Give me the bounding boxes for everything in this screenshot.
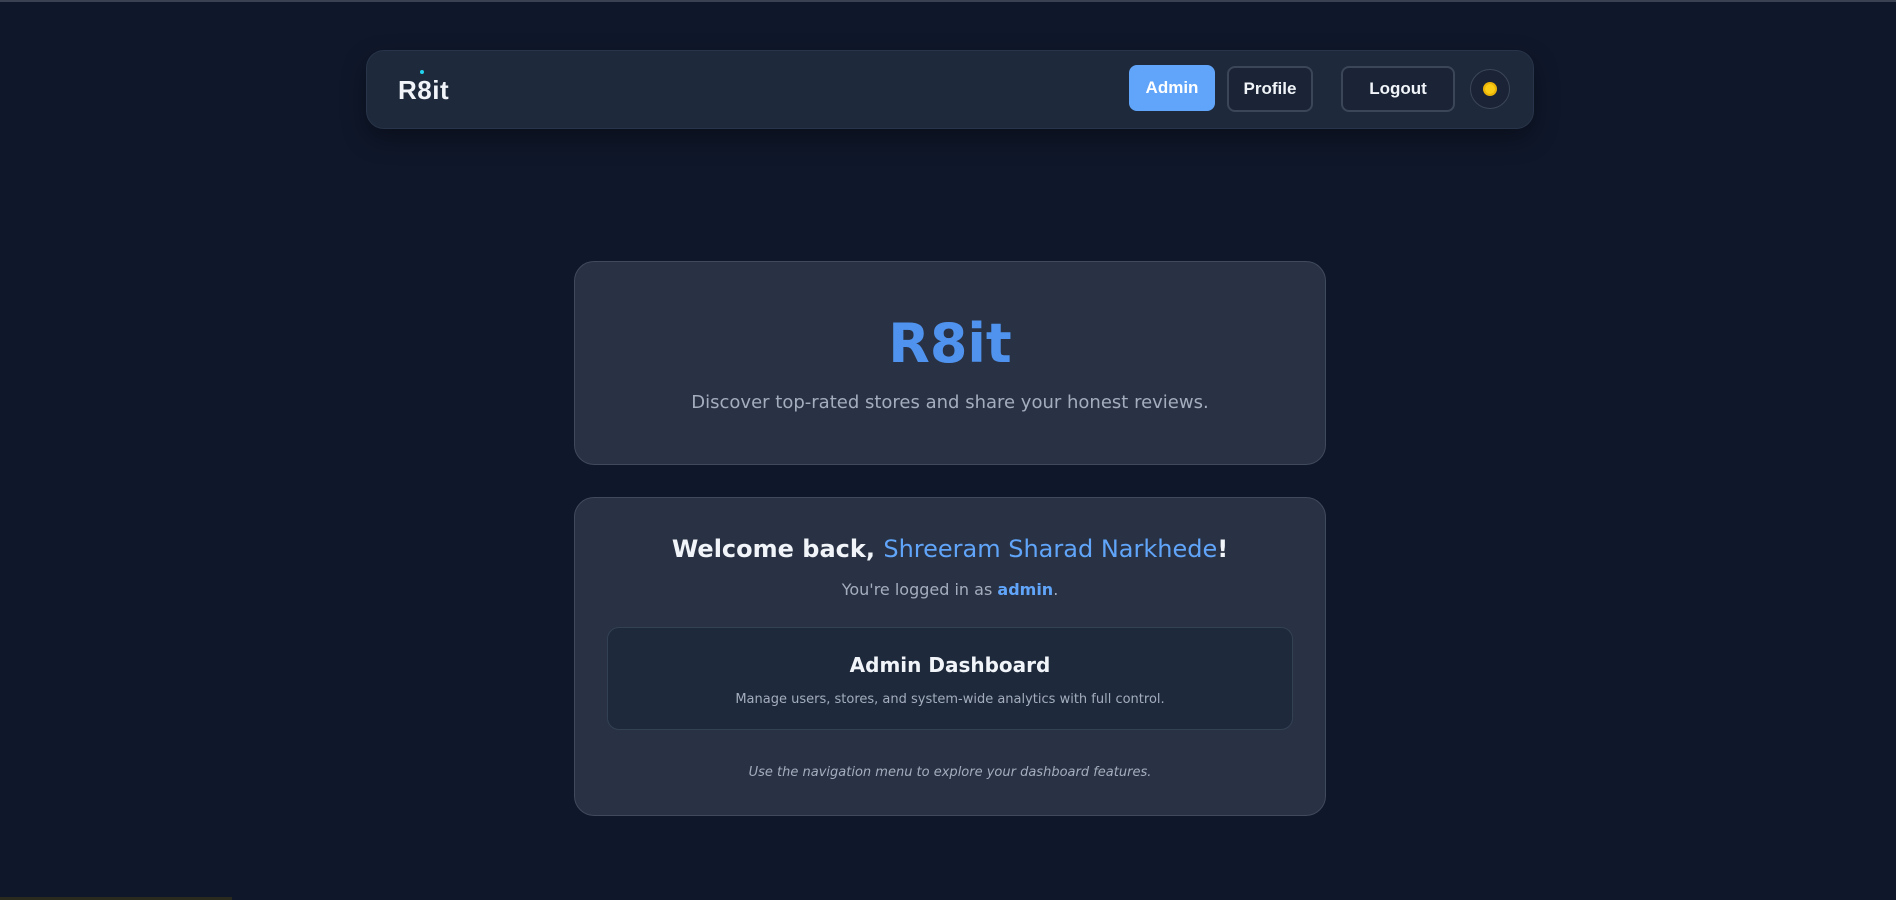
hero-card: R8it Discover top-rated stores and share… xyxy=(574,261,1326,465)
role-prefix: You're logged in as xyxy=(841,580,998,599)
welcome-prefix: Welcome back, xyxy=(671,535,884,563)
profile-button[interactable]: Profile xyxy=(1227,66,1313,112)
dashboard-title: Admin Dashboard xyxy=(849,653,1051,677)
login-role-text: You're logged in as admin. xyxy=(575,579,1325,601)
hero-title: R8it xyxy=(888,312,1012,375)
admin-dashboard-card[interactable]: Admin Dashboard Manage users, stores, an… xyxy=(607,627,1293,730)
welcome-heading: Welcome back, Shreeram Sharad Narkhede! xyxy=(575,533,1325,565)
window-top-border xyxy=(0,0,1896,2)
navbar: R8it Admin Profile Logout xyxy=(366,50,1534,129)
logout-button[interactable]: Logout xyxy=(1341,66,1455,112)
logo-accent-dot xyxy=(420,70,424,74)
logo-text: R8it xyxy=(398,75,450,105)
welcome-suffix: ! xyxy=(1217,535,1229,563)
sun-icon xyxy=(1485,84,1495,94)
navigation-hint: Use the navigation menu to explore your … xyxy=(748,765,1152,780)
user-role: admin xyxy=(997,580,1054,599)
theme-toggle-button[interactable] xyxy=(1470,69,1510,109)
admin-button[interactable]: Admin xyxy=(1129,65,1215,111)
dashboard-description: Manage users, stores, and system-wide an… xyxy=(735,692,1165,707)
navbar-logo[interactable]: R8it xyxy=(398,70,450,105)
hero-subtitle: Discover top-rated stores and share your… xyxy=(691,392,1209,413)
welcome-card: Welcome back, Shreeram Sharad Narkhede! … xyxy=(574,497,1326,816)
user-name: Shreeram Sharad Narkhede xyxy=(883,535,1218,563)
role-suffix: . xyxy=(1053,580,1059,599)
